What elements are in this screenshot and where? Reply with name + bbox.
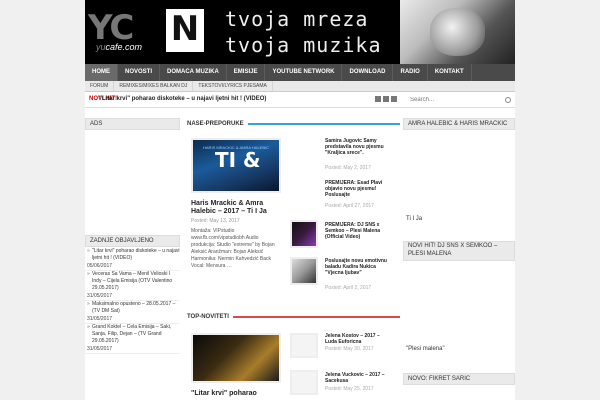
nav-item-download[interactable]: DOWNLOAD bbox=[342, 64, 394, 81]
site-logo[interactable]: YC N yucafe.com bbox=[88, 8, 205, 53]
header-portrait-image bbox=[400, 0, 515, 64]
secondary-nav: FORUM REMIXES/MIXES BALKAN DJ TEKSTOVI/L… bbox=[85, 81, 515, 92]
recent-date: 31/05/2017 bbox=[85, 292, 180, 301]
ticker-next-icon[interactable] bbox=[391, 96, 397, 102]
side-post-thumbnail[interactable] bbox=[290, 257, 318, 285]
thumb-title: TI & bbox=[215, 148, 261, 172]
nav-item-domaca-muzika[interactable]: DOMACA MUZIKA bbox=[160, 64, 227, 81]
recent-widget-title: ZADNJE OBJAVLJENO bbox=[85, 235, 180, 247]
featured-post-title[interactable]: Haris Mrackic & Amra Halebic – 2017 – Ti… bbox=[191, 200, 283, 216]
recent-item[interactable]: "Litar krvi" poharao diskoteke – u najav… bbox=[85, 248, 180, 262]
nav-item-kontakt[interactable]: KONTAKT bbox=[428, 64, 472, 81]
side-post-title[interactable]: Jelena Kostov – 2017 – Luda Euforicna bbox=[325, 333, 393, 345]
page-wrapper: YC N yucafe.com tvoja mreza tvoja muzika… bbox=[85, 0, 515, 400]
noviteti-featured-title[interactable]: "Litar krvi" poharao bbox=[191, 390, 283, 398]
preporuke-accent-line bbox=[247, 122, 400, 125]
side-post-title[interactable]: Jelena Vuckovic – 2017 – Sacekusa bbox=[325, 372, 393, 384]
logo-sub-prefix: yu bbox=[96, 42, 106, 52]
right-widget-text-2: "Plesi malena" bbox=[406, 346, 445, 352]
recent-item[interactable]: Maksimalno opusteno – 28.05.2017 – (TV D… bbox=[85, 301, 180, 315]
right-widget-title-1: AMRA HALEBIC & HARIS MRACKIC bbox=[403, 118, 515, 130]
nav-item-youtube-network[interactable]: YOUTUBE NETWORK bbox=[265, 64, 343, 81]
recent-item[interactable]: Grand Koktel – Cela Emisija – Saki, Sanj… bbox=[85, 324, 180, 345]
side-post-title[interactable]: Poslusajte novu emotivnu baladu Kadira N… bbox=[325, 258, 393, 276]
recent-date: 31/05/2017 bbox=[85, 315, 180, 324]
subnav-item-remixes[interactable]: REMIXES/MIXES BALKAN DJ bbox=[114, 81, 194, 91]
noviteti-section-header: TOP-NOVITETI bbox=[187, 311, 400, 322]
featured-post-excerpt: Montaža: VIPstudio www.fb.com/vipstudiob… bbox=[191, 228, 275, 269]
side-post-date: Posted: May 30, 2017 bbox=[325, 346, 374, 352]
subnav-item-lyrics[interactable]: TEKSTOVI/LYRICS PJESAMA bbox=[193, 81, 273, 91]
side-post-date: Posted: April 2, 2017 bbox=[325, 285, 372, 291]
featured-video-thumbnail[interactable]: HARIS MRACKIC & AMRA HALEBIC TI & bbox=[191, 138, 281, 193]
ads-widget-title: ADS bbox=[85, 118, 180, 130]
noviteti-heading: TOP-NOVITETI bbox=[187, 313, 229, 320]
side-post-date: Posted: April 27, 2017 bbox=[325, 203, 374, 209]
preporuke-heading: NASE-PREPORUKE bbox=[187, 120, 244, 127]
recent-date: 31/05/2017 bbox=[85, 345, 180, 354]
main-nav: HOME NOVOSTI DOMACA MUZIKA EMISIJE YOUTU… bbox=[85, 64, 515, 81]
side-post-date: Posted: May 2, 2017 bbox=[325, 165, 371, 171]
side-post-date: Posted: May 25, 2017 bbox=[325, 386, 374, 392]
right-widget-text-1: Ti I Ja bbox=[406, 216, 423, 222]
right-widget-title-2: NOVI HIT! DJ SNS X SEMKOO – PLESI MALENA bbox=[403, 241, 515, 261]
nav-item-home[interactable]: HOME bbox=[85, 64, 118, 81]
noviteti-accent-line bbox=[232, 315, 400, 318]
side-post-thumbnail[interactable] bbox=[290, 220, 318, 248]
nav-item-radio[interactable]: RADIO bbox=[393, 64, 428, 81]
search-icon[interactable] bbox=[505, 97, 511, 103]
logo-box-letter: N bbox=[166, 9, 204, 52]
tagline-line-2: tvoja muzika bbox=[225, 33, 382, 57]
right-widget-title-3: NOVO: FIKRET SARIC bbox=[403, 373, 515, 385]
ticker-controls bbox=[375, 96, 397, 102]
site-header: YC N yucafe.com tvoja mreza tvoja muzika bbox=[85, 0, 515, 64]
recent-date: 05/06/2017 bbox=[85, 262, 180, 271]
logo-subtitle: yucafe.com bbox=[96, 42, 142, 52]
tagline-line-1: tvoja mreza bbox=[225, 7, 369, 31]
nav-item-novosti[interactable]: NOVOSTI bbox=[118, 64, 161, 81]
recent-item[interactable]: Veceras Sa Vama – Menil Velioski I Indy … bbox=[85, 271, 180, 292]
side-post-thumbnail[interactable] bbox=[290, 370, 318, 395]
side-post-thumbnail[interactable] bbox=[290, 333, 318, 358]
ticker-prev-icon[interactable] bbox=[375, 96, 381, 102]
recent-posts-list: "Litar krvi" poharao diskoteke – u najav… bbox=[85, 248, 180, 354]
logo-sub-suffix: cafe.com bbox=[105, 42, 143, 52]
ticker-headline[interactable]: "Litar krvi" poharao diskoteke – u najav… bbox=[99, 96, 266, 102]
header-tagline: tvoja mreza tvoja muzika bbox=[225, 6, 382, 58]
side-post-title[interactable]: Samira Jugovic Samy predstavila novu pje… bbox=[325, 138, 393, 156]
preporuke-section-header: NASE-PREPORUKE bbox=[187, 118, 400, 129]
side-post-title[interactable]: PREMIJERA: Esad Plavi objavio novu pjesm… bbox=[325, 180, 393, 198]
portrait-face bbox=[430, 8, 485, 56]
subnav-item-forum[interactable]: FORUM bbox=[85, 81, 115, 91]
nav-item-emisije[interactable]: EMISIJE bbox=[227, 64, 266, 81]
ticker-pause-icon[interactable] bbox=[383, 96, 389, 102]
featured-post-date: Posted: May 13, 2017 bbox=[191, 218, 240, 224]
search-input[interactable] bbox=[405, 93, 515, 107]
side-post-title[interactable]: PREMIJERA: DJ SNS x Semkoo – Plesi Malen… bbox=[325, 222, 393, 240]
noviteti-featured-thumbnail[interactable] bbox=[191, 333, 281, 383]
